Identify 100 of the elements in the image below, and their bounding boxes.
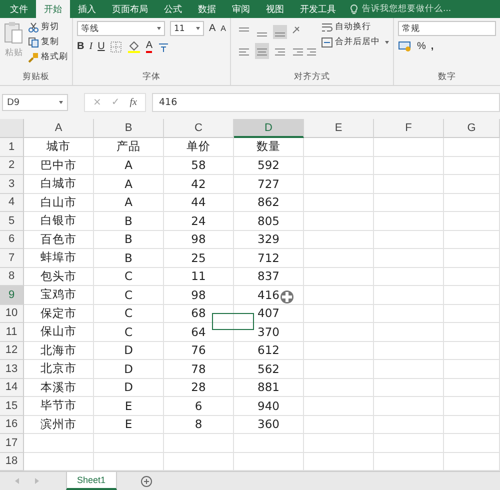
row-header[interactable]: 6 bbox=[0, 230, 24, 249]
table-cell: B bbox=[94, 212, 164, 230]
font-color-button[interactable]: A bbox=[146, 40, 152, 52]
ribbon-tab[interactable]: 数据 bbox=[190, 0, 224, 18]
row-header[interactable]: 11 bbox=[0, 323, 24, 342]
add-sheet-icon[interactable] bbox=[140, 476, 152, 486]
shrink-font-button[interactable]: A bbox=[220, 24, 226, 33]
ribbon-tab[interactable]: 插入 bbox=[70, 0, 104, 18]
empty-cell bbox=[374, 194, 444, 212]
table-cell: 940 bbox=[234, 397, 304, 416]
table-cell: 28 bbox=[164, 378, 234, 397]
table-cell: 44 bbox=[164, 194, 234, 212]
row-header[interactable]: 3 bbox=[0, 175, 24, 194]
copy-icon bbox=[28, 36, 39, 48]
lightbulb-icon bbox=[350, 4, 358, 14]
empty-cell bbox=[374, 249, 444, 268]
currency-icon[interactable] bbox=[398, 40, 412, 52]
row-header[interactable]: 16 bbox=[0, 416, 24, 434]
column-header[interactable]: A bbox=[24, 119, 94, 138]
grow-font-button[interactable]: A bbox=[209, 23, 216, 34]
name-box[interactable]: D9 bbox=[2, 94, 68, 111]
table-cell: 58 bbox=[164, 156, 234, 175]
ribbon-tab[interactable]: 公式 bbox=[156, 0, 190, 18]
empty-cell bbox=[304, 230, 374, 249]
font-name-dropdown[interactable]: 等线 bbox=[77, 21, 165, 36]
row-header[interactable]: 4 bbox=[0, 194, 24, 212]
column-header[interactable]: E bbox=[304, 119, 374, 138]
table-cell: C bbox=[94, 304, 164, 323]
wrap-text-button[interactable]: 自动换行 bbox=[321, 21, 390, 33]
empty-cell bbox=[444, 175, 500, 194]
empty-cell bbox=[444, 416, 500, 434]
percent-button[interactable]: % bbox=[417, 40, 426, 52]
row-header[interactable]: 2 bbox=[0, 156, 24, 175]
sheet-tab[interactable]: Sheet1 bbox=[66, 472, 117, 490]
underline-button[interactable]: U bbox=[98, 41, 105, 52]
fill-color-icon[interactable] bbox=[126, 40, 141, 53]
table-cell: 数量 bbox=[234, 138, 304, 156]
merge-cells-icon bbox=[321, 36, 334, 48]
empty-cell bbox=[444, 249, 500, 268]
insert-function-button[interactable]: fx bbox=[130, 97, 137, 108]
copy-button[interactable]: 复制 bbox=[28, 36, 68, 48]
row-header[interactable]: 15 bbox=[0, 397, 24, 416]
row-header[interactable]: 13 bbox=[0, 360, 24, 378]
empty-cell bbox=[304, 286, 374, 304]
format-painter-button[interactable]: 格式刷 bbox=[28, 51, 68, 63]
empty-cell bbox=[304, 360, 374, 378]
bold-button[interactable]: B bbox=[77, 41, 84, 52]
wrap-text-icon bbox=[321, 22, 334, 32]
ribbon-tab[interactable]: 视图 bbox=[258, 0, 292, 18]
cut-button[interactable]: 剪切 bbox=[28, 21, 68, 33]
empty-cell bbox=[374, 342, 444, 360]
merge-center-button[interactable]: 合并后居中 bbox=[321, 36, 390, 48]
column-header[interactable]: F bbox=[374, 119, 444, 138]
empty-cell bbox=[444, 378, 500, 397]
empty-cell bbox=[304, 397, 374, 416]
row-header[interactable]: 10 bbox=[0, 304, 24, 323]
empty-cell bbox=[374, 416, 444, 434]
group-label: 剪贴板 bbox=[22, 71, 50, 84]
comma-button[interactable]: , bbox=[430, 40, 434, 52]
row-header[interactable]: 1 bbox=[0, 138, 24, 156]
row-header[interactable]: 8 bbox=[0, 268, 24, 286]
row-header[interactable]: 7 bbox=[0, 249, 24, 268]
row-header[interactable]: 12 bbox=[0, 342, 24, 360]
table-cell: D bbox=[94, 378, 164, 397]
empty-cell bbox=[444, 434, 500, 452]
italic-button[interactable]: I bbox=[89, 41, 93, 52]
ribbon-tab[interactable]: 审阅 bbox=[224, 0, 258, 18]
column-header[interactable]: D bbox=[234, 119, 304, 138]
table-cell: A bbox=[94, 175, 164, 194]
empty-cell bbox=[444, 230, 500, 249]
row-header[interactable]: 18 bbox=[0, 452, 24, 471]
font-size-dropdown[interactable]: 11 bbox=[170, 21, 204, 36]
tell-me-search[interactable]: 告诉我您想要做什么... bbox=[350, 0, 452, 18]
table-cell: 包头市 bbox=[24, 268, 94, 286]
column-header[interactable]: B bbox=[94, 119, 164, 138]
empty-cell bbox=[374, 156, 444, 175]
ribbon-tab[interactable]: 文件 bbox=[2, 0, 36, 18]
ribbon-tab[interactable]: 页面布局 bbox=[104, 0, 156, 18]
row-header[interactable]: 9 bbox=[0, 286, 24, 304]
ribbon-tab[interactable]: 开发工具 bbox=[292, 0, 344, 18]
clipboard-icon bbox=[4, 21, 24, 45]
empty-cell bbox=[164, 434, 234, 452]
row-header[interactable]: 14 bbox=[0, 378, 24, 397]
number-format-dropdown[interactable]: 常规 bbox=[398, 21, 496, 36]
borders-icon[interactable] bbox=[110, 40, 122, 52]
table-cell: 6 bbox=[164, 397, 234, 416]
table-cell: 单价 bbox=[164, 138, 234, 156]
row-header[interactable]: 5 bbox=[0, 212, 24, 230]
formula-input[interactable]: 416 bbox=[152, 93, 500, 112]
ribbon-tab[interactable]: 开始 bbox=[36, 0, 70, 18]
table-cell: 592 bbox=[234, 156, 304, 175]
empty-cell bbox=[304, 156, 374, 175]
column-header[interactable]: G bbox=[444, 119, 500, 138]
empty-cell bbox=[374, 212, 444, 230]
table-cell: 城市 bbox=[24, 138, 94, 156]
column-header[interactable]: C bbox=[164, 119, 234, 138]
table-cell: 862 bbox=[234, 194, 304, 212]
empty-cell bbox=[444, 304, 500, 323]
table-cell: D bbox=[94, 360, 164, 378]
row-header[interactable]: 17 bbox=[0, 434, 24, 452]
